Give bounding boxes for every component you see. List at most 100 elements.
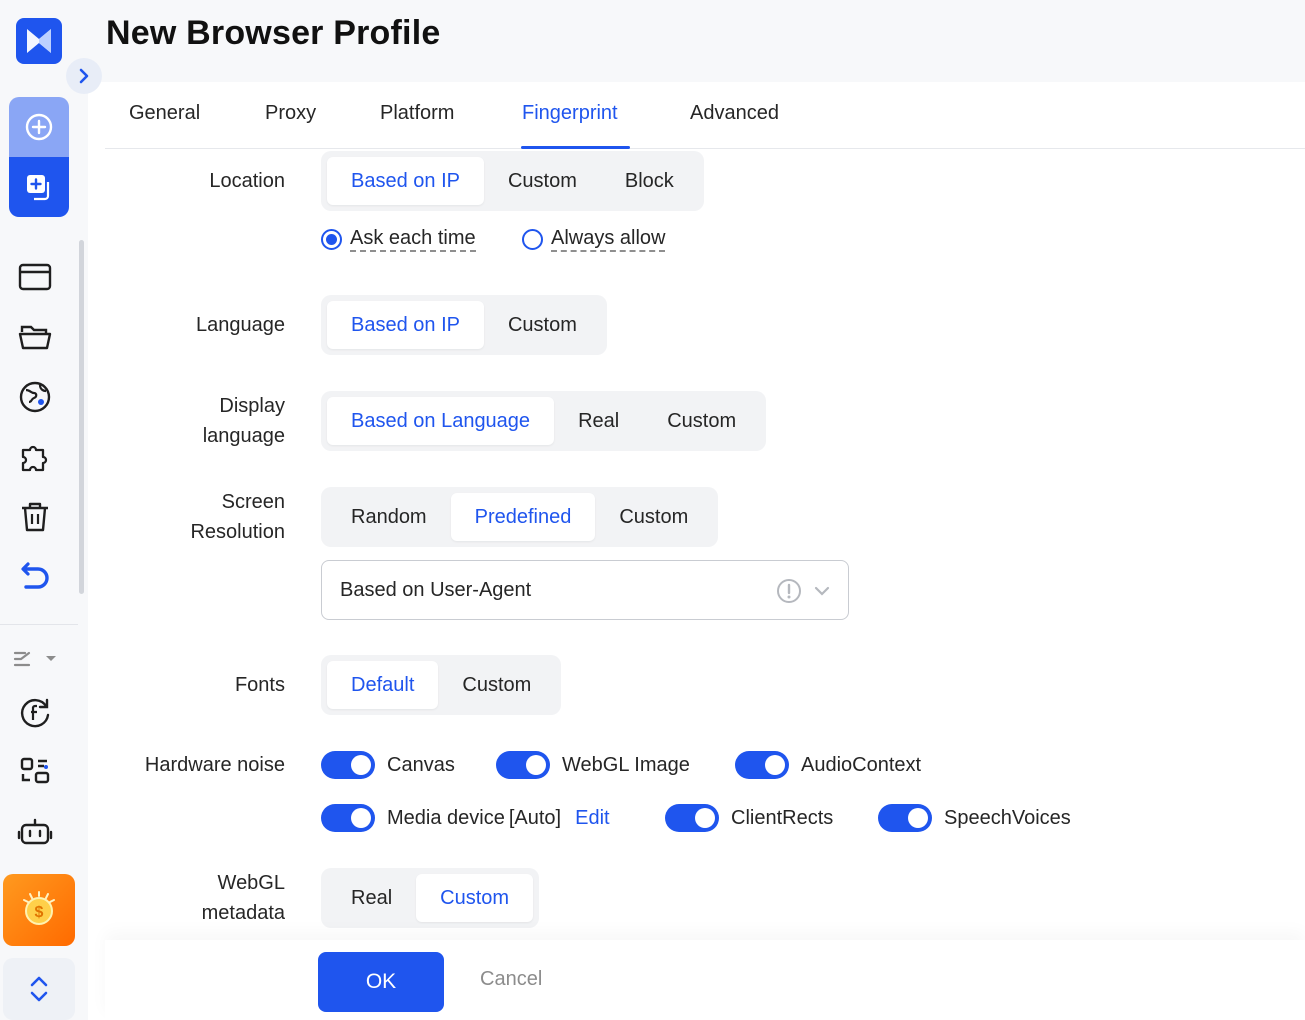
media-device-toggle[interactable] xyxy=(321,804,375,832)
automation-icon[interactable] xyxy=(10,638,60,680)
webgl-image-toggle-label: WebGL Image xyxy=(562,753,690,776)
audiocontext-toggle[interactable] xyxy=(735,751,789,779)
tab-bar: General Proxy Platform Fingerprint Advan… xyxy=(105,82,1305,149)
toggle-item-media-device: Media device [Auto] Edit xyxy=(321,804,610,832)
always-allow-label: Always allow xyxy=(551,226,666,252)
tab-fingerprint[interactable]: Fingerprint xyxy=(522,102,618,125)
display-language-label-line1: Display xyxy=(219,395,285,417)
screen-resolution-dropdown[interactable]: Based on User-Agent xyxy=(321,560,849,620)
rewards-button[interactable]: $ xyxy=(3,874,75,946)
display-language-option-based-on-language[interactable]: Based on Language xyxy=(327,397,555,445)
location-option-custom[interactable]: Custom xyxy=(484,157,601,205)
location-option-block[interactable]: Block xyxy=(601,157,698,205)
screen-resolution-dropdown-value: Based on User-Agent xyxy=(340,578,532,601)
location-permission-allow[interactable]: Always allow xyxy=(522,226,666,252)
clientrects-toggle[interactable] xyxy=(665,804,719,832)
puzzle-icon[interactable] xyxy=(14,436,56,478)
facebook-sync-icon[interactable] xyxy=(14,691,56,733)
ask-each-time-label: Ask each time xyxy=(350,226,476,252)
media-device-toggle-label: Media device xyxy=(387,806,505,829)
language-segmented: Based on IP Custom xyxy=(321,295,607,355)
tab-advanced[interactable]: Advanced xyxy=(690,102,779,125)
webgl-metadata-option-custom[interactable]: Custom xyxy=(416,874,534,922)
folder-icon[interactable] xyxy=(14,316,56,358)
display-language-option-custom[interactable]: Custom xyxy=(643,397,760,445)
quick-create-button[interactable] xyxy=(9,97,69,157)
toggle-item-clientrects: ClientRects xyxy=(665,804,833,832)
screen-resolution-label-line2: Resolution xyxy=(190,521,285,543)
media-device-edit-link[interactable]: Edit xyxy=(575,807,609,830)
sidebar-scrollbar[interactable] xyxy=(79,240,84,594)
radio-always-allow[interactable] xyxy=(522,228,543,250)
location-permission-ask[interactable]: Ask each time xyxy=(321,226,476,252)
display-language-segmented: Based on Language Real Custom xyxy=(321,391,767,451)
ok-button[interactable]: OK xyxy=(318,952,444,1012)
webgl-metadata-segmented: Real Custom xyxy=(321,868,540,928)
radio-ask-each-time[interactable] xyxy=(321,228,342,250)
speechvoices-toggle-label: SpeechVoices xyxy=(944,806,1071,829)
coin-icon: $ xyxy=(23,891,55,925)
info-icon[interactable] xyxy=(776,578,802,604)
webgl-image-toggle[interactable] xyxy=(496,751,550,779)
fonts-option-default[interactable]: Default xyxy=(327,661,439,709)
new-profile-button[interactable] xyxy=(9,157,69,217)
fingerprint-form: Location Based on IP Custom Block Ask ea… xyxy=(105,149,1305,940)
workspace-switcher[interactable] xyxy=(3,958,75,1020)
location-segmented: Based on IP Custom Block xyxy=(321,151,704,211)
toggle-item-speechvoices: SpeechVoices xyxy=(878,804,1071,832)
tab-platform[interactable]: Platform xyxy=(380,102,454,125)
display-language-label: Display language xyxy=(105,391,285,451)
language-option-based-on-ip[interactable]: Based on IP xyxy=(327,301,484,349)
tab-general[interactable]: General xyxy=(129,102,200,125)
webgl-metadata-label-line1: WebGL xyxy=(217,872,285,894)
toggle-item-audiocontext: AudioContext xyxy=(735,751,921,779)
tab-proxy[interactable]: Proxy xyxy=(265,102,316,125)
cancel-button[interactable]: Cancel xyxy=(480,968,542,991)
page-header: New Browser Profile xyxy=(88,0,1305,82)
display-language-label-line2: language xyxy=(202,425,285,447)
sidebar-expand-button[interactable] xyxy=(66,58,102,94)
language-option-custom[interactable]: Custom xyxy=(484,301,601,349)
toggle-item-webgl-image: WebGL Image xyxy=(496,751,690,779)
webgl-metadata-label: WebGL metadata xyxy=(105,868,285,928)
sidebar-divider xyxy=(0,624,78,625)
form-footer: OK Cancel xyxy=(105,940,1305,1020)
clientrects-toggle-label: ClientRects xyxy=(731,806,834,829)
sync-icon[interactable] xyxy=(14,556,56,598)
location-option-based-on-ip[interactable]: Based on IP xyxy=(327,157,484,205)
speechvoices-toggle[interactable] xyxy=(878,804,932,832)
svg-text:$: $ xyxy=(35,904,44,921)
screen-resolution-option-random[interactable]: Random xyxy=(327,493,451,541)
extension-store-icon[interactable] xyxy=(14,376,56,418)
location-label: Location xyxy=(209,170,285,192)
page-title: New Browser Profile xyxy=(106,14,441,52)
fonts-label: Fonts xyxy=(234,674,285,696)
screen-resolution-option-predefined[interactable]: Predefined xyxy=(450,493,596,541)
language-label: Language xyxy=(196,314,285,336)
audiocontext-toggle-label: AudioContext xyxy=(801,753,922,776)
screen-resolution-segmented: Random Predefined Custom xyxy=(321,487,719,547)
trash-icon[interactable] xyxy=(14,496,56,538)
robot-icon[interactable] xyxy=(14,811,56,853)
display-language-option-real[interactable]: Real xyxy=(554,397,643,445)
rpa-icon[interactable] xyxy=(14,751,56,793)
screen-resolution-label-line1: Screen xyxy=(221,491,285,513)
toggle-item-canvas: Canvas xyxy=(321,751,455,779)
canvas-toggle[interactable] xyxy=(321,751,375,779)
fonts-segmented: Default Custom xyxy=(321,655,562,715)
screen-resolution-label: Screen Resolution xyxy=(105,487,285,547)
chevron-updown-icon xyxy=(30,976,48,1002)
browser-window-icon[interactable] xyxy=(14,256,56,298)
media-device-mode: [Auto] xyxy=(508,806,562,829)
logo-icon[interactable] xyxy=(16,18,62,64)
chevron-right-icon xyxy=(79,68,89,84)
add-circle-icon xyxy=(25,113,53,141)
webgl-metadata-option-real[interactable]: Real xyxy=(327,874,416,922)
add-profile-icon xyxy=(27,175,50,201)
screen-resolution-option-custom[interactable]: Custom xyxy=(595,493,712,541)
canvas-toggle-label: Canvas xyxy=(387,753,455,776)
hardware-noise-label: Hardware noise xyxy=(144,754,285,776)
fonts-option-custom[interactable]: Custom xyxy=(438,661,555,709)
create-profile-group xyxy=(9,97,69,217)
sidebar: $ xyxy=(0,0,88,1020)
